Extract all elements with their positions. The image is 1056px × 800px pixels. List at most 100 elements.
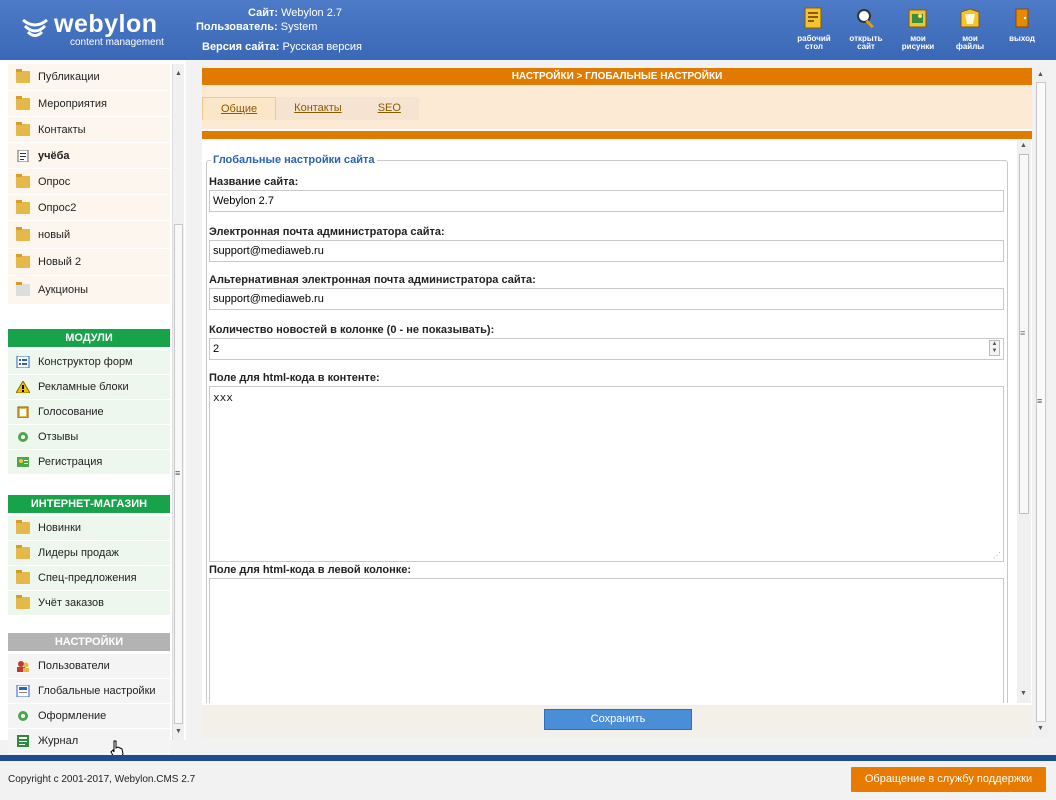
folder-icon [16, 226, 30, 241]
tab-general[interactable]: Общие [202, 97, 277, 120]
exit-label: выход [1009, 34, 1035, 43]
document-icon [17, 149, 29, 162]
sidebar-item-voting[interactable]: Голосование [8, 400, 170, 425]
folder-icon [16, 121, 30, 136]
page-scrollbar[interactable]: ▲ ≡ ▼ [1034, 68, 1048, 738]
sidebar-item-orders[interactable]: Учёт заказов [8, 591, 170, 616]
tabs-area: Общие Контакты SEO [202, 85, 1032, 129]
sidebar-item-log[interactable]: Журнал [8, 729, 170, 754]
folder-icon [16, 69, 30, 83]
sidebar-item-ad-blocks[interactable]: Рекламные блоки [8, 375, 170, 400]
html-left-textarea[interactable] [209, 578, 1004, 703]
sidebar-item-label: Лидеры продаж [38, 547, 119, 559]
scroll-grip-icon: ≡ [1020, 328, 1026, 338]
sidebar-item-study[interactable]: учёба [8, 143, 170, 169]
sidebar-item-special-offers[interactable]: Спец-предложения [8, 566, 170, 591]
sidebar-item-label: Рекламные блоки [38, 381, 129, 393]
my-pictures-label-2: рисунки [901, 42, 935, 51]
scroll-down-arrow-icon[interactable]: ▼ [1020, 690, 1027, 697]
sidebar-item-label: Оформление [38, 710, 107, 722]
copyright: Copyright c 2001-2017, Webylon.CMS 2.7 [8, 774, 196, 785]
clipboard-icon [17, 406, 29, 418]
folder-icon [16, 595, 30, 609]
my-files-label-2: файлы [955, 42, 985, 51]
sidebar-item-new[interactable]: новый [8, 221, 170, 249]
alt-email-input[interactable] [209, 288, 1004, 310]
sidebar-item-label: Учёт заказов [38, 597, 105, 609]
users-icon [17, 661, 29, 672]
site-value: Webylon 2.7 [281, 7, 343, 19]
tab-divider [202, 131, 1032, 139]
exit-button[interactable]: выход [996, 6, 1048, 51]
sidebar-item-label: Аукционы [38, 284, 89, 296]
global-settings-fieldset: Глобальные настройки сайта Название сайт… [206, 154, 1008, 703]
folder-icon [16, 570, 30, 584]
sidebar-scrollbar[interactable]: ▲ ≡ ▼ [172, 64, 184, 740]
sidebar-item-global-settings[interactable]: Глобальные настройки [8, 679, 170, 704]
sidebar-item-poll2[interactable]: Опрос2 [8, 195, 170, 221]
sidebar-item-registration[interactable]: Регистрация [8, 450, 170, 475]
desktop-button[interactable]: рабочий стол [788, 6, 840, 51]
sidebar-item-label: Регистрация [38, 456, 103, 468]
sidebar-item-label: учёба [38, 149, 70, 162]
folder-icon [16, 520, 30, 534]
folder-icon [16, 282, 30, 296]
exit-door-icon [1015, 8, 1029, 28]
scroll-down-arrow-icon[interactable]: ▼ [175, 728, 182, 735]
sidebar-item-new-products[interactable]: Новинки [8, 516, 170, 541]
news-count-input[interactable] [209, 338, 1004, 360]
scroll-up-arrow-icon[interactable]: ▲ [1020, 142, 1027, 149]
sidebar-item-label: Новинки [38, 522, 82, 534]
sidebar-item-poll[interactable]: Опрос [8, 169, 170, 195]
my-files-button[interactable]: мои файлы [944, 6, 996, 51]
sidebar-item-events[interactable]: Мероприятия [8, 91, 170, 117]
logo[interactable]: webylon content management [14, 10, 174, 50]
footer: Copyright c 2001-2017, Webylon.CMS 2.7 О… [0, 761, 1056, 800]
resize-grip-icon[interactable]: ⋰ [993, 551, 1001, 560]
sidebar-menu: Публикации Мероприятия Контакты учёба Оп… [8, 64, 170, 754]
tab-seo[interactable]: SEO [360, 97, 419, 120]
content-scrollbar[interactable]: ▲ ≡ ▼ [1017, 140, 1031, 703]
settings-form: Глобальные настройки сайта Название сайт… [202, 148, 1020, 703]
sidebar-item-reviews[interactable]: Отзывы [8, 425, 170, 450]
alt-email-label: Альтернативная электронная почта админис… [209, 274, 536, 286]
site-name-input[interactable] [209, 190, 1004, 212]
sidebar-item-label: Публикации [38, 71, 100, 83]
sidebar-item-label: Новый 2 [38, 256, 82, 268]
admin-email-label: Электронная почта администратора сайта: [209, 226, 445, 238]
admin-email-input[interactable] [209, 240, 1004, 262]
sidebar-item-users[interactable]: Пользователи [8, 654, 170, 679]
site-name-label: Название сайта: [209, 176, 299, 188]
page-title: НАСТРОЙКИ > ГЛОБАЛЬНЫЕ НАСТРОЙКИ [202, 68, 1032, 85]
main-panel: НАСТРОЙКИ > ГЛОБАЛЬНЫЕ НАСТРОЙКИ Общие К… [202, 68, 1032, 738]
folder-icon [16, 545, 30, 559]
html-content-textarea[interactable]: xxx ⋰ [209, 386, 1004, 562]
tab-contacts[interactable]: Контакты [276, 97, 360, 120]
sidebar-item-design[interactable]: Оформление [8, 704, 170, 729]
site-info: Сайт: Webylon 2.7 Пользователь: System В… [196, 6, 362, 54]
news-count-stepper[interactable]: ▲ ▼ [989, 340, 1000, 356]
header-toolbar: рабочий стол открыть сайт мои рисунки мо… [788, 6, 1048, 51]
support-button[interactable]: Обращение в службу поддержки [851, 767, 1046, 792]
scroll-up-arrow-icon[interactable]: ▲ [1037, 71, 1044, 78]
save-bar: Сохранить [202, 705, 1032, 738]
shop-header: ИНТЕРНЕТ-МАГАЗИН [8, 495, 170, 513]
form-icon [16, 356, 30, 368]
sidebar-item-publications[interactable]: Публикации [8, 64, 170, 91]
sidebar-item-bestsellers[interactable]: Лидеры продаж [8, 541, 170, 566]
sidebar-item-label: новый [38, 228, 71, 241]
my-pictures-button[interactable]: мои рисунки [892, 6, 944, 51]
sidebar-item-auctions[interactable]: Аукционы [8, 276, 170, 305]
scroll-down-arrow-icon[interactable]: ▼ [1037, 725, 1044, 732]
save-button[interactable]: Сохранить [544, 709, 692, 730]
sidebar-item-label: Опрос2 [38, 201, 77, 214]
open-site-button[interactable]: открыть сайт [840, 6, 892, 51]
sidebar-item-form-builder[interactable]: Конструктор форм [8, 350, 170, 375]
folder-icon [16, 254, 30, 268]
scroll-up-arrow-icon[interactable]: ▲ [175, 70, 182, 77]
user-label: Пользователь: [196, 21, 278, 33]
sidebar-item-new2[interactable]: Новый 2 [8, 249, 170, 276]
sidebar-item-label: Голосование [38, 406, 104, 418]
sidebar-item-contacts[interactable]: Контакты [8, 117, 170, 143]
settings-doc-icon [16, 685, 30, 697]
